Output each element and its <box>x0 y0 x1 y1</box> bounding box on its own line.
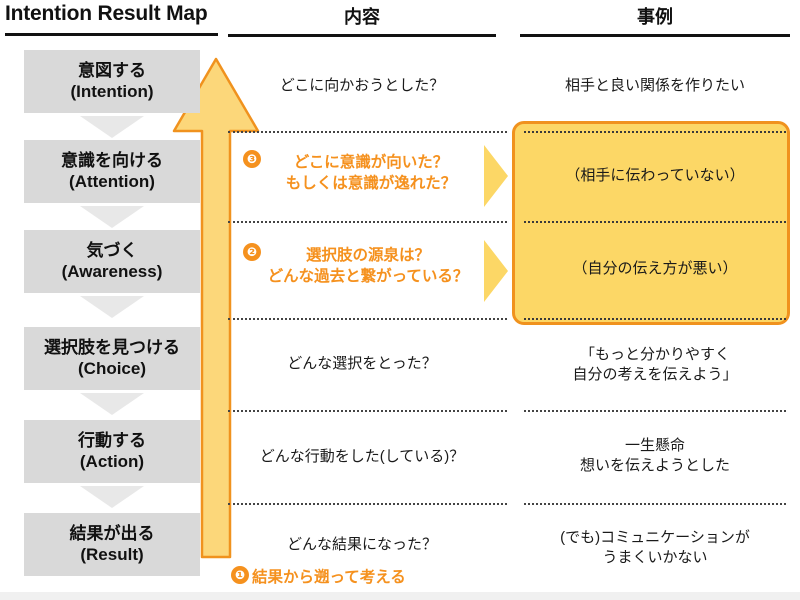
row-separator-mid-2 <box>228 221 507 223</box>
stage-box-result: 結果が出る (Result) <box>24 513 200 576</box>
intention-result-map-canvas: Intention Result Map 内容 事例 意図する (Intenti… <box>0 0 800 600</box>
stage-label-jp: 意識を向ける <box>61 151 163 171</box>
content-cell-5: どんな行動をした(している)？ <box>228 433 496 481</box>
stage-chevron-down-icon-4 <box>80 393 144 415</box>
content-cell-6: どんな結果になった？ <box>228 528 496 562</box>
header-rule-example <box>520 34 790 37</box>
stage-label-en: (Attention) <box>69 171 155 191</box>
example-cell-4: 「もっと分かりやすく 自分の考えを伝えよう」 <box>520 341 790 389</box>
stage-box-choice: 選択肢を見つける (Choice) <box>24 327 200 390</box>
row-separator-right-2 <box>524 221 786 223</box>
row-separator-mid-1 <box>228 131 507 133</box>
example-line: （自分の伝え方が悪い） <box>572 259 738 277</box>
column-header-example: 事例 <box>637 7 673 27</box>
content-cell-2: どこに意識が向いた？ もしくは意識が逸れた？ <box>246 148 496 200</box>
header-rule-title <box>5 33 218 36</box>
stage-label-en: (Result) <box>80 544 144 564</box>
stage-label-jp: 気づく <box>86 241 138 261</box>
example-cell-1: 相手と良い関係を作りたい <box>520 62 790 110</box>
row-separator-right-1 <box>524 131 786 133</box>
example-cell-2: （相手に伝わっていない） <box>520 152 790 200</box>
stage-box-attention: 意識を向ける (Attention) <box>24 140 200 203</box>
content-line: どんな過去と繋がっている？ <box>267 268 469 285</box>
content-line: どんな選択をとった？ <box>287 354 437 372</box>
bottom-bar <box>0 592 800 600</box>
page-title: Intention Result Map <box>5 2 208 25</box>
example-line: 「もっと分かりやすく <box>579 345 730 363</box>
row-separator-right-5 <box>524 503 786 505</box>
content-cell-1: どこに向かおうとした？ <box>228 62 496 110</box>
column-header-content: 内容 <box>344 7 380 27</box>
header-rule-content <box>228 34 496 37</box>
example-line: （相手に伝わっていない） <box>565 166 745 184</box>
stage-box-awareness: 気づく (Awareness) <box>24 230 200 293</box>
stage-chevron-down-icon-3 <box>80 296 144 318</box>
example-cell-3: （自分の伝え方が悪い） <box>520 245 790 293</box>
stage-chevron-down-icon-5 <box>80 486 144 508</box>
stage-label-en: (Action) <box>79 451 145 471</box>
content-line: もしくは意識が逸れた？ <box>285 175 457 192</box>
step-badge-1: ❶ <box>231 566 249 584</box>
stage-label-jp: 選択肢を見つける <box>44 338 180 358</box>
row-separator-mid-4 <box>228 410 507 412</box>
stage-box-intention: 意図する (Intention) <box>24 50 200 113</box>
bottom-note-text: 結果から遡って考える <box>252 569 406 586</box>
stage-chevron-down-icon-2 <box>80 206 144 228</box>
row-separator-right-4 <box>524 410 786 412</box>
row-separator-mid-3 <box>228 318 507 320</box>
content-line: 選択肢の源泉は？ <box>305 247 430 265</box>
stage-box-action: 行動する (Action) <box>24 420 200 483</box>
content-line: どこに向かおうとした？ <box>279 76 445 94</box>
row-separator-mid-5 <box>228 503 507 505</box>
stage-label-jp: 行動する <box>78 431 146 451</box>
example-line: 想いを伝えようとした <box>579 457 730 474</box>
stage-label-en: (Awareness) <box>61 261 163 281</box>
example-line: 自分の考えを伝えよう」 <box>572 366 738 383</box>
content-line: どこに意識が向いた？ <box>293 154 449 172</box>
content-cell-3: 選択肢の源泉は？ どんな過去と繋がっている？ <box>240 241 496 293</box>
example-line: (でも)コミュニケーションが <box>560 528 750 546</box>
stage-label-en: (Choice) <box>78 358 146 378</box>
example-line: うまくいかない <box>602 549 708 566</box>
stage-label-jp: 意図する <box>78 61 146 81</box>
content-line: どんな行動をした(している)？ <box>259 447 465 465</box>
example-line: 一生懸命 <box>624 436 685 454</box>
stage-label-en: (Intention) <box>70 81 154 101</box>
row-separator-right-3 <box>524 318 786 320</box>
content-line: どんな結果になった？ <box>286 535 437 553</box>
example-line: 相手と良い関係を作りたい <box>564 76 745 94</box>
example-cell-5: 一生懸命 想いを伝えようとした <box>520 432 790 480</box>
stage-label-jp: 結果が出る <box>69 524 155 544</box>
example-cell-6: (でも)コミュニケーションが うまくいかない <box>520 524 790 572</box>
content-cell-4: どんな選択をとった？ <box>228 340 496 388</box>
stage-chevron-down-icon-1 <box>80 116 144 138</box>
